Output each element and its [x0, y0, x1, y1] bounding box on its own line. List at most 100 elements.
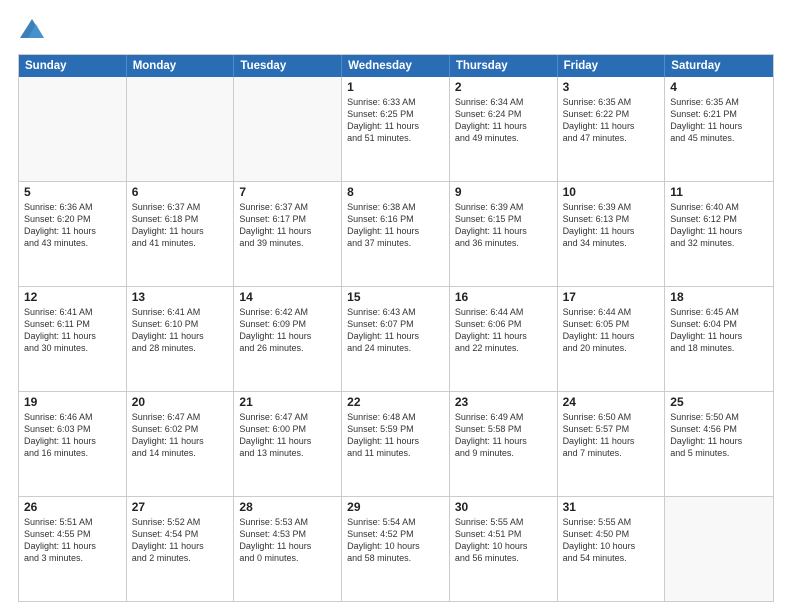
day-number: 6: [132, 185, 229, 199]
day-number: 28: [239, 500, 336, 514]
calendar-cell: [127, 77, 235, 181]
cell-info: Sunrise: 5:50 AMSunset: 4:56 PMDaylight:…: [670, 411, 768, 460]
logo: [18, 16, 48, 44]
calendar-cell: 6 Sunrise: 6:37 AMSunset: 6:18 PMDaylight…: [127, 182, 235, 286]
calendar-cell: 15 Sunrise: 6:43 AMSunset: 6:07 PMDayligh…: [342, 287, 450, 391]
cell-info: Sunrise: 5:54 AMSunset: 4:52 PMDaylight:…: [347, 516, 444, 565]
cell-info: Sunrise: 5:51 AMSunset: 4:55 PMDaylight:…: [24, 516, 121, 565]
calendar-cell: 23 Sunrise: 6:49 AMSunset: 5:58 PMDayligh…: [450, 392, 558, 496]
cell-info: Sunrise: 6:35 AMSunset: 6:21 PMDaylight:…: [670, 96, 768, 145]
day-number: 23: [455, 395, 552, 409]
calendar-cell: 8 Sunrise: 6:38 AMSunset: 6:16 PMDaylight…: [342, 182, 450, 286]
cell-info: Sunrise: 6:41 AMSunset: 6:11 PMDaylight:…: [24, 306, 121, 355]
calendar-cell: 7 Sunrise: 6:37 AMSunset: 6:17 PMDaylight…: [234, 182, 342, 286]
calendar-day-header: Monday: [127, 55, 235, 77]
calendar-cell: 10Sunrise: 6:39 AMSunset: 6:13 PMDayligh…: [558, 182, 666, 286]
calendar-week: 5 Sunrise: 6:36 AMSunset: 6:20 PMDaylight…: [19, 181, 773, 286]
cell-info: Sunrise: 6:46 AMSunset: 6:03 PMDaylight:…: [24, 411, 121, 460]
calendar-cell: 16 Sunrise: 6:44 AMSunset: 6:06 PMDayligh…: [450, 287, 558, 391]
day-number: 12: [24, 290, 121, 304]
calendar-cell: 11 Sunrise: 6:40 AMSunset: 6:12 PMDayligh…: [665, 182, 773, 286]
cell-info: Sunrise: 6:38 AMSunset: 6:16 PMDaylight:…: [347, 201, 444, 250]
cell-info: Sunrise: 6:47 AMSunset: 6:02 PMDaylight:…: [132, 411, 229, 460]
cell-info: Sunrise: 6:50 AMSunset: 5:57 PMDaylight:…: [563, 411, 660, 460]
day-number: 9: [455, 185, 552, 199]
cell-info: Sunrise: 6:37 AMSunset: 6:17 PMDaylight:…: [239, 201, 336, 250]
calendar-cell: 17 Sunrise: 6:44 AMSunset: 6:05 PMDayligh…: [558, 287, 666, 391]
calendar-cell: 12 Sunrise: 6:41 AMSunset: 6:11 PMDayligh…: [19, 287, 127, 391]
calendar-cell: 19 Sunrise: 6:46 AMSunset: 6:03 PMDayligh…: [19, 392, 127, 496]
day-number: 14: [239, 290, 336, 304]
cell-info: Sunrise: 6:43 AMSunset: 6:07 PMDaylight:…: [347, 306, 444, 355]
cell-info: Sunrise: 6:47 AMSunset: 6:00 PMDaylight:…: [239, 411, 336, 460]
cell-info: Sunrise: 6:45 AMSunset: 6:04 PMDaylight:…: [670, 306, 768, 355]
calendar-cell: 2Sunrise: 6:34 AMSunset: 6:24 PMDaylight…: [450, 77, 558, 181]
calendar-week: 1Sunrise: 6:33 AMSunset: 6:25 PMDaylight…: [19, 77, 773, 181]
cell-info: Sunrise: 6:48 AMSunset: 5:59 PMDaylight:…: [347, 411, 444, 460]
cell-info: Sunrise: 5:55 AMSunset: 4:50 PMDaylight:…: [563, 516, 660, 565]
calendar-cell: 29Sunrise: 5:54 AMSunset: 4:52 PMDayligh…: [342, 497, 450, 601]
calendar: SundayMondayTuesdayWednesdayThursdayFrid…: [18, 54, 774, 602]
calendar-cell: 31 Sunrise: 5:55 AMSunset: 4:50 PMDayligh…: [558, 497, 666, 601]
day-number: 3: [563, 80, 660, 94]
calendar-cell: 21 Sunrise: 6:47 AMSunset: 6:00 PMDayligh…: [234, 392, 342, 496]
calendar-cell: 5 Sunrise: 6:36 AMSunset: 6:20 PMDaylight…: [19, 182, 127, 286]
cell-info: Sunrise: 5:55 AMSunset: 4:51 PMDaylight:…: [455, 516, 552, 565]
day-number: 8: [347, 185, 444, 199]
calendar-day-header: Tuesday: [234, 55, 342, 77]
day-number: 16: [455, 290, 552, 304]
calendar-header-row: SundayMondayTuesdayWednesdayThursdayFrid…: [19, 55, 773, 77]
cell-info: Sunrise: 6:41 AMSunset: 6:10 PMDaylight:…: [132, 306, 229, 355]
cell-info: Sunrise: 6:44 AMSunset: 6:05 PMDaylight:…: [563, 306, 660, 355]
calendar-cell: 1Sunrise: 6:33 AMSunset: 6:25 PMDaylight…: [342, 77, 450, 181]
calendar-day-header: Saturday: [665, 55, 773, 77]
calendar-cell: 4Sunrise: 6:35 AMSunset: 6:21 PMDaylight…: [665, 77, 773, 181]
day-number: 13: [132, 290, 229, 304]
cell-info: Sunrise: 6:35 AMSunset: 6:22 PMDaylight:…: [563, 96, 660, 145]
calendar-day-header: Sunday: [19, 55, 127, 77]
day-number: 1: [347, 80, 444, 94]
day-number: 18: [670, 290, 768, 304]
calendar-cell: 27Sunrise: 5:52 AMSunset: 4:54 PMDayligh…: [127, 497, 235, 601]
calendar-cell: 22 Sunrise: 6:48 AMSunset: 5:59 PMDayligh…: [342, 392, 450, 496]
calendar-day-header: Thursday: [450, 55, 558, 77]
day-number: 24: [563, 395, 660, 409]
calendar-body: 1Sunrise: 6:33 AMSunset: 6:25 PMDaylight…: [19, 77, 773, 601]
calendar-cell: 26 Sunrise: 5:51 AMSunset: 4:55 PMDayligh…: [19, 497, 127, 601]
cell-info: Sunrise: 6:37 AMSunset: 6:18 PMDaylight:…: [132, 201, 229, 250]
calendar-cell: [234, 77, 342, 181]
calendar-day-header: Wednesday: [342, 55, 450, 77]
calendar-cell: 13 Sunrise: 6:41 AMSunset: 6:10 PMDayligh…: [127, 287, 235, 391]
day-number: 15: [347, 290, 444, 304]
day-number: 19: [24, 395, 121, 409]
calendar-week: 26 Sunrise: 5:51 AMSunset: 4:55 PMDayligh…: [19, 496, 773, 601]
day-number: 21: [239, 395, 336, 409]
day-number: 2: [455, 80, 552, 94]
cell-info: Sunrise: 6:42 AMSunset: 6:09 PMDaylight:…: [239, 306, 336, 355]
page: SundayMondayTuesdayWednesdayThursdayFrid…: [0, 0, 792, 612]
calendar-cell: 28 Sunrise: 5:53 AMSunset: 4:53 PMDayligh…: [234, 497, 342, 601]
day-number: 7: [239, 185, 336, 199]
cell-info: Sunrise: 6:49 AMSunset: 5:58 PMDaylight:…: [455, 411, 552, 460]
calendar-day-header: Friday: [558, 55, 666, 77]
day-number: 26: [24, 500, 121, 514]
day-number: 31: [563, 500, 660, 514]
day-number: 25: [670, 395, 768, 409]
cell-info: Sunrise: 6:44 AMSunset: 6:06 PMDaylight:…: [455, 306, 552, 355]
day-number: 11: [670, 185, 768, 199]
day-number: 22: [347, 395, 444, 409]
logo-icon: [18, 16, 46, 44]
cell-info: Sunrise: 6:39 AMSunset: 6:15 PMDaylight:…: [455, 201, 552, 250]
calendar-cell: [665, 497, 773, 601]
day-number: 30: [455, 500, 552, 514]
day-number: 5: [24, 185, 121, 199]
calendar-cell: 18 Sunrise: 6:45 AMSunset: 6:04 PMDayligh…: [665, 287, 773, 391]
cell-info: Sunrise: 6:40 AMSunset: 6:12 PMDaylight:…: [670, 201, 768, 250]
day-number: 17: [563, 290, 660, 304]
cell-info: Sunrise: 6:36 AMSunset: 6:20 PMDaylight:…: [24, 201, 121, 250]
day-number: 10: [563, 185, 660, 199]
cell-info: Sunrise: 5:53 AMSunset: 4:53 PMDaylight:…: [239, 516, 336, 565]
calendar-cell: 30 Sunrise: 5:55 AMSunset: 4:51 PMDayligh…: [450, 497, 558, 601]
calendar-week: 12 Sunrise: 6:41 AMSunset: 6:11 PMDayligh…: [19, 286, 773, 391]
calendar-week: 19 Sunrise: 6:46 AMSunset: 6:03 PMDayligh…: [19, 391, 773, 496]
